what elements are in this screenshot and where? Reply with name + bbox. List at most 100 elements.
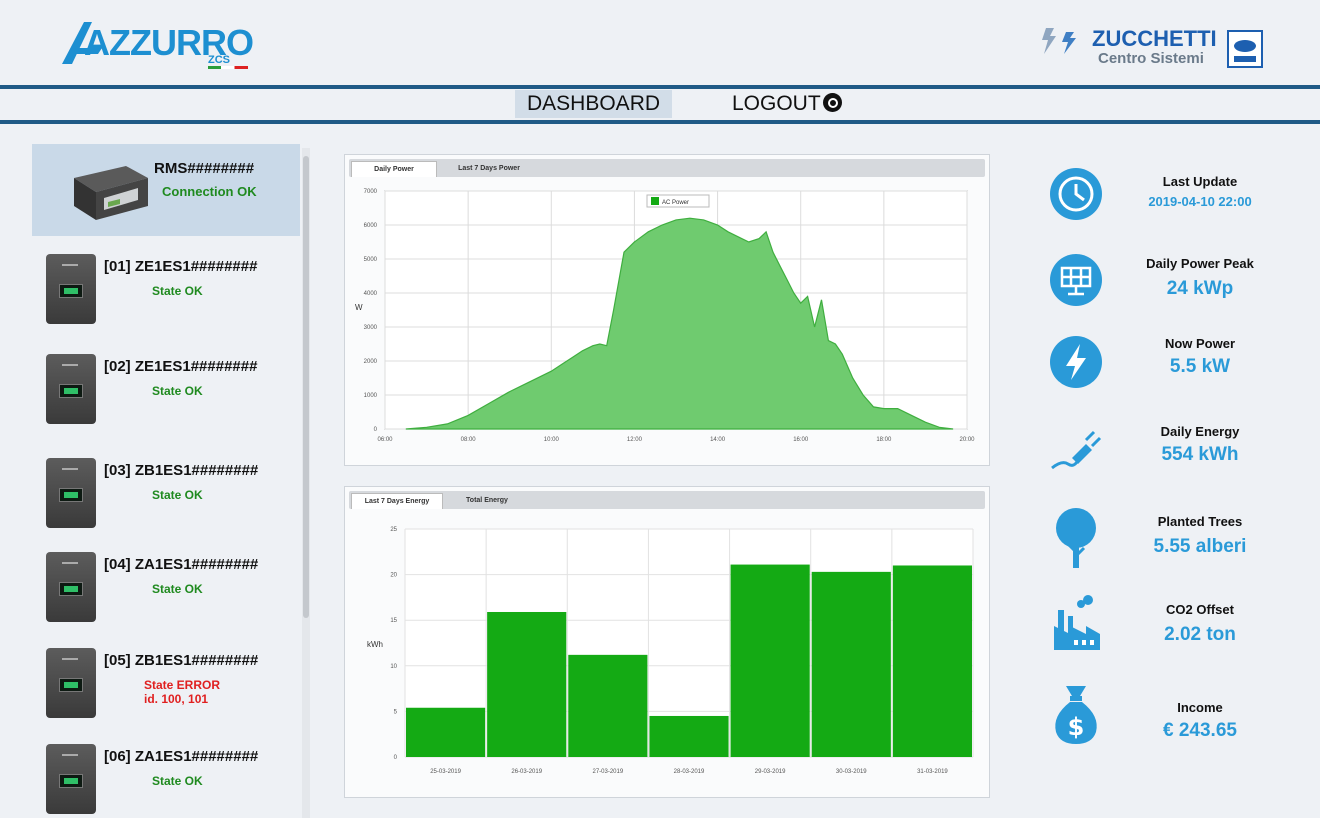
inverter-status: State ERROR bbox=[144, 678, 221, 692]
inverter-name: [05] ZB1ES1######## bbox=[104, 652, 259, 669]
tab-daily-power[interactable]: Daily Power bbox=[351, 161, 437, 177]
inverter-name: [06] ZA1ES1######## bbox=[104, 748, 259, 765]
header: AZZURRO ZCS ZUCCHETTI Centro Sistemi bbox=[0, 0, 1320, 85]
zucchetti-logo-sub: Centro Sistemi bbox=[1098, 50, 1204, 67]
stat-value: 2.02 ton bbox=[1164, 624, 1236, 645]
stat-label: Daily Energy bbox=[1160, 424, 1240, 439]
x-tick-label: 06:00 bbox=[377, 437, 393, 443]
x-tick-label: 10:00 bbox=[544, 437, 560, 443]
x-tick-label: 08:00 bbox=[461, 437, 477, 443]
nav-dashboard[interactable]: DASHBOARD bbox=[515, 90, 673, 118]
device-list: RMS######## Connection OK [01] ZE1ES1###… bbox=[32, 144, 312, 818]
inverter-status: State OK bbox=[152, 582, 203, 596]
x-tick-label: 29-03-2019 bbox=[755, 769, 786, 775]
device-list-scroll-thumb[interactable] bbox=[303, 156, 309, 618]
inverter-name: [01] ZE1ES1######## bbox=[104, 258, 258, 275]
energy-bar bbox=[892, 565, 972, 757]
y-tick-label: 15 bbox=[390, 618, 397, 624]
plug-icon bbox=[1051, 430, 1102, 470]
azzurro-logo-sub: ZCS bbox=[208, 54, 230, 66]
inverter-icon bbox=[46, 744, 96, 814]
inverter-icon bbox=[46, 552, 96, 622]
energy-bar bbox=[811, 571, 891, 757]
x-tick-label: 26-03-2019 bbox=[511, 769, 542, 775]
tab-last-7-days-power[interactable]: Last 7 Days Power bbox=[441, 161, 537, 177]
y-tick-label: 4000 bbox=[364, 291, 378, 297]
tab-last-7-days-energy[interactable]: Last 7 Days Energy bbox=[351, 493, 443, 509]
azzurro-logo: AZZURRO ZCS bbox=[58, 18, 258, 70]
main-nav: DASHBOARD LOGOUT bbox=[0, 90, 1320, 120]
x-tick-label: 14:00 bbox=[710, 437, 726, 443]
energy-bar bbox=[487, 611, 567, 757]
energy-bar bbox=[730, 564, 810, 757]
inverter-card[interactable]: [05] ZB1ES1######## State ERROR id. 100,… bbox=[32, 648, 300, 728]
tab-total-energy[interactable]: Total Energy bbox=[447, 493, 527, 509]
solar-panel-icon bbox=[1050, 254, 1102, 306]
y-tick-label: 2000 bbox=[364, 359, 378, 365]
y-tick-label: 7000 bbox=[364, 189, 378, 195]
inverter-card[interactable]: [01] ZE1ES1######## State OK bbox=[32, 254, 300, 334]
power-chart-box: Daily Power Last 7 Days Power 06:00 08:00… bbox=[344, 154, 990, 466]
inverter-icon bbox=[46, 458, 96, 528]
energy-bar bbox=[406, 707, 486, 757]
x-tick-label: 16:00 bbox=[793, 437, 809, 443]
stat-value: 24 kWp bbox=[1166, 278, 1234, 299]
nav-dashboard-label: DASHBOARD bbox=[527, 92, 661, 115]
rms-status: Connection OK bbox=[162, 184, 257, 199]
y-tick-label: 20 bbox=[390, 573, 397, 579]
power-chart-tabs: Daily Power Last 7 Days Power bbox=[349, 159, 985, 177]
energy-chart-box: Last 7 Days Energy Total Energy 0 5 10 15 20… bbox=[344, 486, 990, 798]
inverter-status: State OK bbox=[152, 488, 203, 502]
y-tick-label: 3000 bbox=[364, 325, 378, 331]
x-tick-label: 31-03-2019 bbox=[917, 769, 948, 775]
energy-bar bbox=[568, 654, 648, 757]
stat-income: $ Income € 243.65 bbox=[1020, 682, 1308, 762]
y-tick-label: 5000 bbox=[364, 257, 378, 263]
inverter-card[interactable]: [04] ZA1ES1######## State OK bbox=[32, 552, 300, 632]
legend-swatch bbox=[651, 197, 659, 205]
stat-value: 5.55 alberi bbox=[1153, 536, 1247, 557]
stat-value: € 243.65 bbox=[1163, 720, 1237, 741]
stat-label: Daily Power Peak bbox=[1146, 256, 1254, 271]
zucchetti-emblem-icon bbox=[1227, 30, 1263, 68]
y-axis-label: W bbox=[355, 303, 363, 312]
inverter-card[interactable]: [03] ZB1ES1######## State OK bbox=[32, 458, 300, 538]
y-tick-label: 10 bbox=[390, 664, 397, 670]
y-tick-label: 1000 bbox=[364, 393, 378, 399]
stat-value: 2019-04-10 22:00 bbox=[1148, 194, 1252, 209]
charts-panel: Daily Power Last 7 Days Power 06:00 08:00… bbox=[326, 144, 1004, 814]
stat-co2-offset: CO2 Offset 2.02 ton bbox=[1020, 592, 1308, 672]
x-tick-label: 20:00 bbox=[959, 437, 975, 443]
rms-card[interactable]: RMS######## Connection OK bbox=[32, 144, 300, 236]
x-tick-label: 27-03-2019 bbox=[593, 769, 624, 775]
power-icon bbox=[822, 93, 842, 112]
inverter-status: State OK bbox=[152, 384, 203, 398]
zucchetti-logo: ZUCCHETTI Centro Sistemi bbox=[1040, 24, 1270, 74]
zucchetti-bolt-icon bbox=[1042, 28, 1076, 54]
nav-logout-label: LOGOUT bbox=[732, 92, 821, 115]
stat-label: Planted Trees bbox=[1157, 514, 1243, 529]
inverter-card[interactable]: [02] ZE1ES1######## State OK bbox=[32, 354, 300, 434]
inverter-card[interactable]: [06] ZA1ES1######## State OK bbox=[32, 744, 300, 818]
stat-label: Now Power bbox=[1164, 336, 1236, 351]
nav-bottom-line bbox=[0, 120, 1320, 124]
clock-icon bbox=[1050, 168, 1102, 220]
inverter-icon bbox=[46, 648, 96, 718]
legend-label: AC Power bbox=[662, 200, 689, 206]
inverter-name: [02] ZE1ES1######## bbox=[104, 358, 258, 375]
stat-value: 5.5 kW bbox=[1169, 356, 1231, 377]
power-chart: 06:00 08:00 10:00 12:00 14:00 16:00 18:00 20:00… bbox=[355, 189, 975, 443]
y-tick-label: 0 bbox=[374, 427, 378, 433]
x-tick-label: 18:00 bbox=[876, 437, 892, 443]
x-tick-label: 30-03-2019 bbox=[836, 769, 867, 775]
energy-bar bbox=[649, 715, 729, 757]
nav-top-line bbox=[0, 85, 1320, 89]
nav-logout[interactable]: LOGOUT bbox=[720, 90, 854, 118]
stat-label: Last Update bbox=[1162, 174, 1238, 189]
inverter-error-detail: id. 100, 101 bbox=[144, 692, 209, 706]
lightning-icon bbox=[1050, 336, 1102, 388]
y-tick-label: 5 bbox=[394, 709, 398, 715]
inverter-status: State OK bbox=[152, 284, 203, 298]
factory-icon bbox=[1054, 595, 1100, 650]
rms-device-icon bbox=[74, 166, 148, 220]
